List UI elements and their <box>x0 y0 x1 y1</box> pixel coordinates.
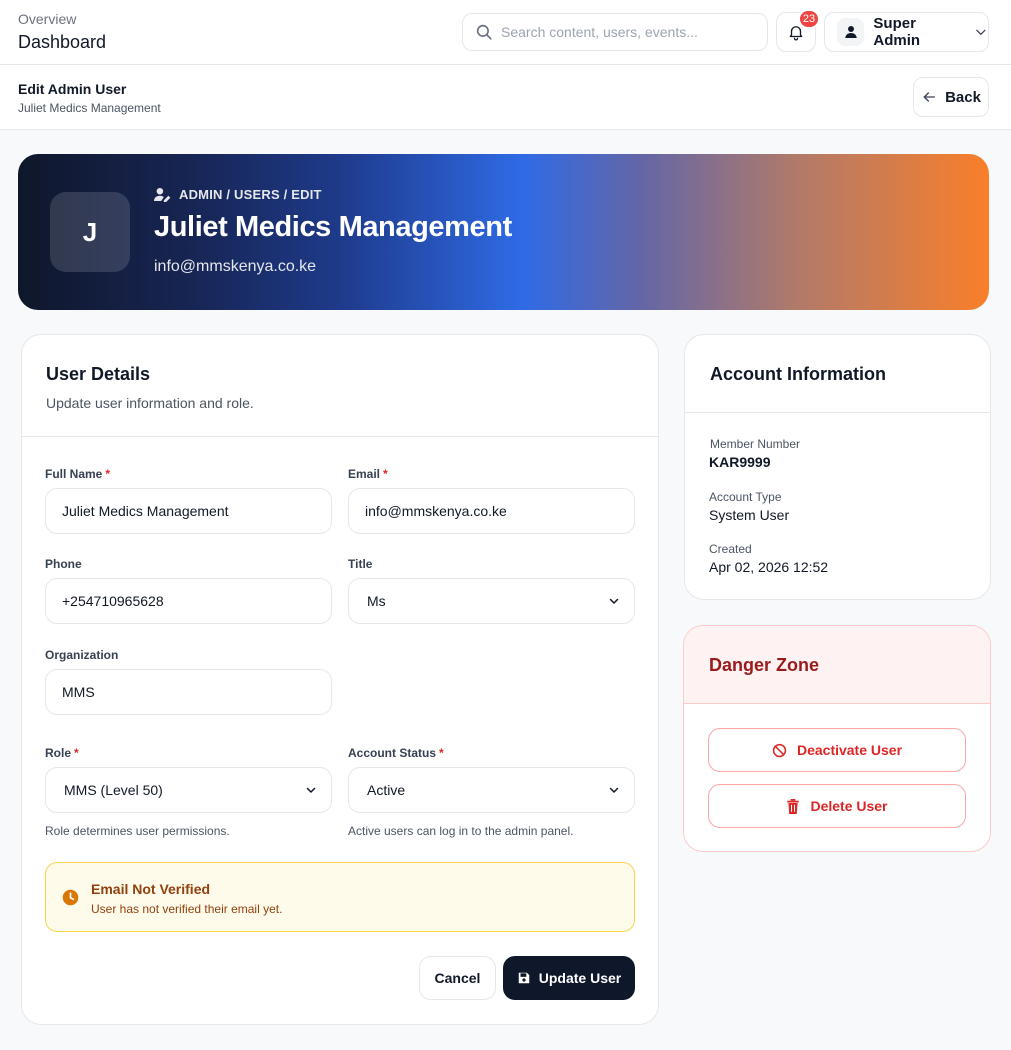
notification-count-badge: 23 <box>798 9 820 29</box>
danger-zone-card: Danger Zone Deactivate User Delete User <box>683 625 991 852</box>
account-type-label: Account Type <box>709 490 782 504</box>
user-details-title: User Details <box>46 364 151 384</box>
chevron-down-icon <box>976 29 986 35</box>
deactivate-user-label: Deactivate User <box>796 742 903 758</box>
organization-label: Organization <box>45 648 119 662</box>
created-value: Apr 02, 2026 12:52 <box>709 559 829 575</box>
title-select[interactable]: Ms <box>348 578 635 624</box>
avatar <box>837 18 865 46</box>
created-label: Created <box>709 542 752 556</box>
sub-header-title: Edit Admin User <box>18 81 127 97</box>
chevron-down-icon <box>609 598 619 604</box>
profile-email: info@mmskenya.co.ke <box>154 258 317 275</box>
breadcrumb: ADMIN / USERS / EDIT <box>154 187 322 202</box>
email-field[interactable] <box>348 488 635 534</box>
user-edit-icon <box>154 187 171 202</box>
organization-field[interactable] <box>45 669 332 715</box>
title-label: Title <box>348 557 373 571</box>
danger-zone-header: Danger Zone <box>684 626 990 704</box>
phone-input[interactable] <box>62 593 312 609</box>
arrow-left-icon <box>923 92 936 102</box>
alert-message: User has not verified their email yet. <box>91 902 283 916</box>
user-menu-button[interactable]: Super Admin <box>824 12 989 52</box>
profile-avatar: J <box>50 192 130 272</box>
account-status-select[interactable]: Active <box>348 767 635 813</box>
role-select-value: MMS (Level 50) <box>64 782 163 798</box>
sub-header: Edit Admin User Juliet Medics Management… <box>0 65 1011 130</box>
sub-header-subtitle: Juliet Medics Management <box>18 101 161 115</box>
top-bar: Overview Dashboard 23 Super Admin <box>0 0 1011 65</box>
section-label: Overview <box>18 11 77 27</box>
search-input[interactable] <box>501 24 751 40</box>
role-select[interactable]: MMS (Level 50) <box>45 767 332 813</box>
member-number-value: KAR9999 <box>709 454 771 470</box>
delete-user-button[interactable]: Delete User <box>708 784 966 828</box>
organization-input[interactable] <box>62 684 312 700</box>
phone-label: Phone <box>45 557 82 571</box>
required-marker: * <box>74 746 79 760</box>
alert-title: Email Not Verified <box>91 881 211 897</box>
deactivate-user-button[interactable]: Deactivate User <box>708 728 966 772</box>
account-information-title: Account Information <box>710 364 886 384</box>
title-select-value: Ms <box>367 593 386 609</box>
cancel-button[interactable]: Cancel <box>419 956 496 1000</box>
update-user-label: Update User <box>538 970 622 986</box>
phone-field[interactable] <box>45 578 332 624</box>
search-icon <box>476 24 492 40</box>
clock-icon <box>62 889 79 906</box>
user-details-header: User Details Update user information and… <box>22 335 658 437</box>
account-status-hint: Active users can log in to the admin pan… <box>348 824 574 838</box>
account-information-header: Account Information <box>685 335 990 413</box>
trash-icon <box>787 798 800 814</box>
required-marker: * <box>383 467 388 481</box>
member-number-label: Member Number <box>710 437 801 451</box>
email-label-text: Email <box>348 467 381 481</box>
email-not-verified-alert: Email Not Verified User has not verified… <box>45 862 635 932</box>
danger-zone-title: Danger Zone <box>709 655 820 675</box>
full-name-input[interactable] <box>62 503 312 519</box>
role-label: Role * <box>45 746 79 760</box>
email-label: Email * <box>348 467 388 481</box>
user-name: Super Admin <box>873 15 921 49</box>
chevron-down-icon <box>306 787 316 793</box>
required-marker: * <box>105 467 111 481</box>
role-label-text: Role <box>45 746 72 760</box>
account-status-value: Active <box>367 782 406 798</box>
update-user-button[interactable]: Update User <box>503 956 635 1000</box>
breadcrumb-text: ADMIN / USERS / EDIT <box>179 187 322 202</box>
ban-icon <box>772 743 787 757</box>
user-icon <box>845 26 857 38</box>
search-box[interactable] <box>462 13 768 51</box>
full-name-label-text: Full Name <box>45 467 103 481</box>
delete-user-label: Delete User <box>810 798 888 814</box>
user-details-card: User Details Update user information and… <box>21 334 659 1025</box>
full-name-field[interactable] <box>45 488 332 534</box>
email-input[interactable] <box>365 503 615 519</box>
profile-banner: J ADMIN / USERS / EDIT Juliet Medics Man… <box>18 154 989 310</box>
chevron-down-icon <box>609 787 619 793</box>
account-type-value: System User <box>709 507 790 523</box>
page-title: Dashboard <box>18 32 107 52</box>
account-status-label: Account Status * <box>348 746 444 760</box>
back-label: Back <box>945 88 981 106</box>
back-button[interactable]: Back <box>913 77 989 117</box>
profile-name: Juliet Medics Management <box>154 211 512 243</box>
account-status-label-text: Account Status <box>348 746 437 760</box>
save-icon <box>518 972 530 984</box>
required-marker: * <box>439 746 444 760</box>
account-information-card: Account Information Member Number KAR999… <box>684 334 991 600</box>
role-hint: Role determines user permissions. <box>45 824 230 838</box>
user-details-description: Update user information and role. <box>46 395 254 411</box>
full-name-label: Full Name * <box>45 467 110 481</box>
